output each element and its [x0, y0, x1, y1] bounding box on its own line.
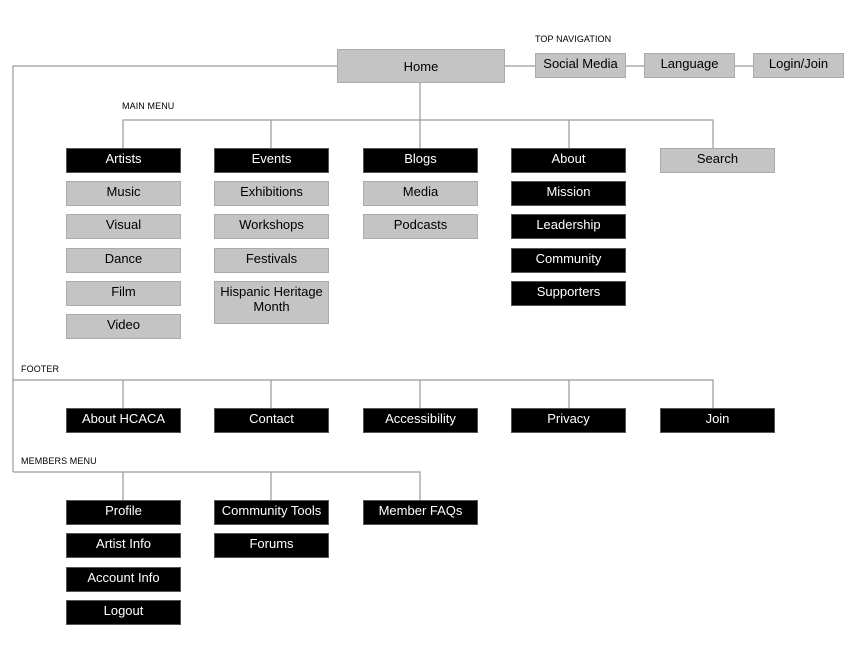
node-language: Language — [644, 53, 735, 78]
node-member-faqs: Member FAQs — [363, 500, 478, 525]
node-label: Artists — [105, 151, 142, 166]
node-label: Supporters — [536, 284, 601, 299]
main-menu-heading: MAIN MENU — [122, 101, 175, 111]
node-video: Video — [66, 314, 181, 339]
node-supporters: Supporters — [511, 281, 626, 306]
node-label: Privacy — [547, 411, 590, 426]
node-label: Community Tools — [221, 503, 322, 518]
node-community: Community — [511, 248, 626, 273]
node-label: Film — [111, 284, 136, 299]
node-accessibility: Accessibility — [363, 408, 478, 433]
node-label: Home — [403, 59, 439, 74]
node-label: Social Media — [543, 56, 618, 71]
node-privacy: Privacy — [511, 408, 626, 433]
node-label: Contact — [249, 411, 294, 426]
node-label: Exhibitions — [240, 184, 303, 199]
node-dance: Dance — [66, 248, 181, 273]
node-label: Hispanic Heritage Month — [220, 284, 323, 314]
node-label: Media — [402, 184, 439, 199]
node-label: Member FAQs — [378, 503, 463, 518]
node-music: Music — [66, 181, 181, 206]
node-label: About HCACA — [81, 411, 166, 426]
node-label: Mission — [546, 184, 591, 199]
node-label: Blogs — [404, 151, 437, 166]
node-label: Music — [106, 184, 141, 199]
node-mission: Mission — [511, 181, 626, 206]
sitemap-diagram: TOP NAVIGATION MAIN MENU FOOTER MEMBERS … — [0, 0, 858, 666]
node-label: Join — [705, 411, 730, 426]
node-media: Media — [363, 181, 478, 206]
node-hispanic-heritage-month: Hispanic Heritage Month — [214, 281, 329, 324]
node-film: Film — [66, 281, 181, 306]
node-label: Community — [535, 251, 602, 266]
node-label: Account Info — [87, 570, 160, 585]
footer-line — [13, 379, 714, 408]
node-label: Visual — [105, 217, 142, 232]
node-profile: Profile — [66, 500, 181, 525]
members-menu-heading: MEMBERS MENU — [21, 456, 97, 466]
node-label: Language — [660, 56, 719, 71]
node-label: Artist Info — [96, 536, 151, 551]
main-menu-line — [122, 82, 714, 148]
node-events: Events — [214, 148, 329, 173]
node-label: About — [551, 151, 586, 166]
node-artist-info: Artist Info — [66, 533, 181, 558]
node-label: Forums — [249, 536, 294, 551]
node-login-join: Login/Join — [753, 53, 844, 78]
footer-heading: FOOTER — [21, 364, 60, 374]
node-social-media: Social Media — [535, 53, 626, 78]
node-label: Accessibility — [385, 411, 456, 426]
node-label: Podcasts — [393, 217, 448, 232]
top-navigation-heading: TOP NAVIGATION — [535, 34, 612, 44]
node-join: Join — [660, 408, 775, 433]
node-label: Leadership — [536, 217, 601, 232]
node-about-hcaca: About HCACA — [66, 408, 181, 433]
node-forums: Forums — [214, 533, 329, 558]
node-label: Logout — [103, 603, 144, 618]
node-search: Search — [660, 148, 775, 173]
node-label: Login/Join — [768, 56, 829, 71]
node-workshops: Workshops — [214, 214, 329, 239]
node-label: Profile — [105, 503, 142, 518]
node-label: Workshops — [239, 217, 304, 232]
node-logout: Logout — [66, 600, 181, 625]
node-blogs: Blogs — [363, 148, 478, 173]
node-community-tools: Community Tools — [214, 500, 329, 525]
node-visual: Visual — [66, 214, 181, 239]
node-artists: Artists — [66, 148, 181, 173]
node-label: Video — [106, 317, 140, 332]
node-contact: Contact — [214, 408, 329, 433]
node-podcasts: Podcasts — [363, 214, 478, 239]
node-label: Festivals — [245, 251, 298, 266]
node-account-info: Account Info — [66, 567, 181, 592]
node-festivals: Festivals — [214, 248, 329, 273]
node-label: Dance — [104, 251, 143, 266]
node-label: Search — [696, 151, 739, 166]
node-home: Home — [337, 49, 505, 83]
node-exhibitions: Exhibitions — [214, 181, 329, 206]
node-label: Events — [251, 151, 292, 166]
node-leadership: Leadership — [511, 214, 626, 239]
members-line — [13, 471, 421, 500]
node-about: About — [511, 148, 626, 173]
